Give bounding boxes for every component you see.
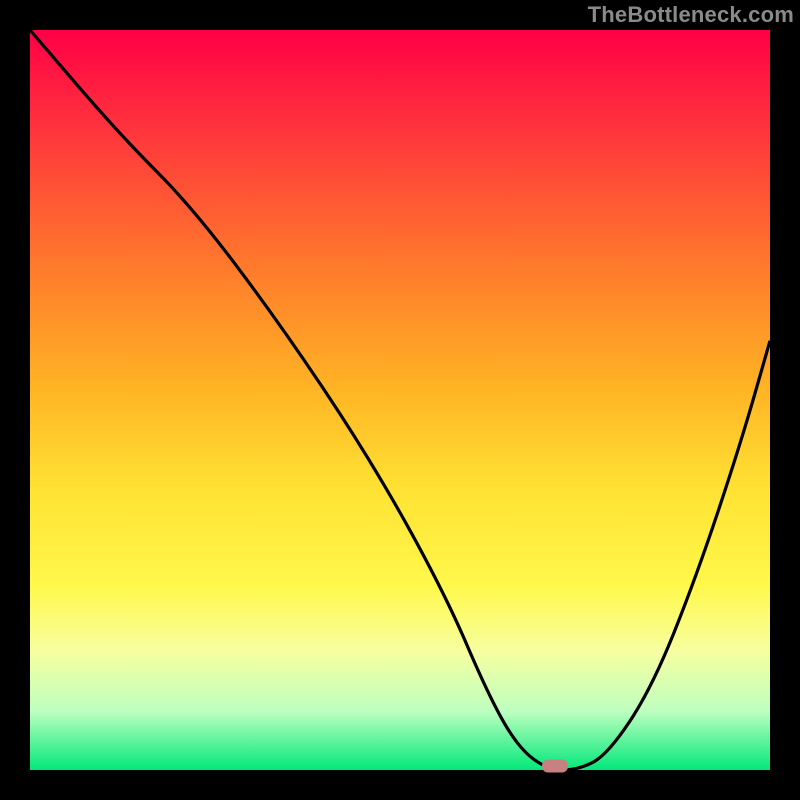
- chart-container: TheBottleneck.com: [0, 0, 800, 800]
- selection-marker[interactable]: [542, 760, 568, 773]
- watermark-text: TheBottleneck.com: [588, 2, 794, 28]
- bottleneck-curve: [30, 30, 770, 770]
- plot-frame: [30, 30, 770, 770]
